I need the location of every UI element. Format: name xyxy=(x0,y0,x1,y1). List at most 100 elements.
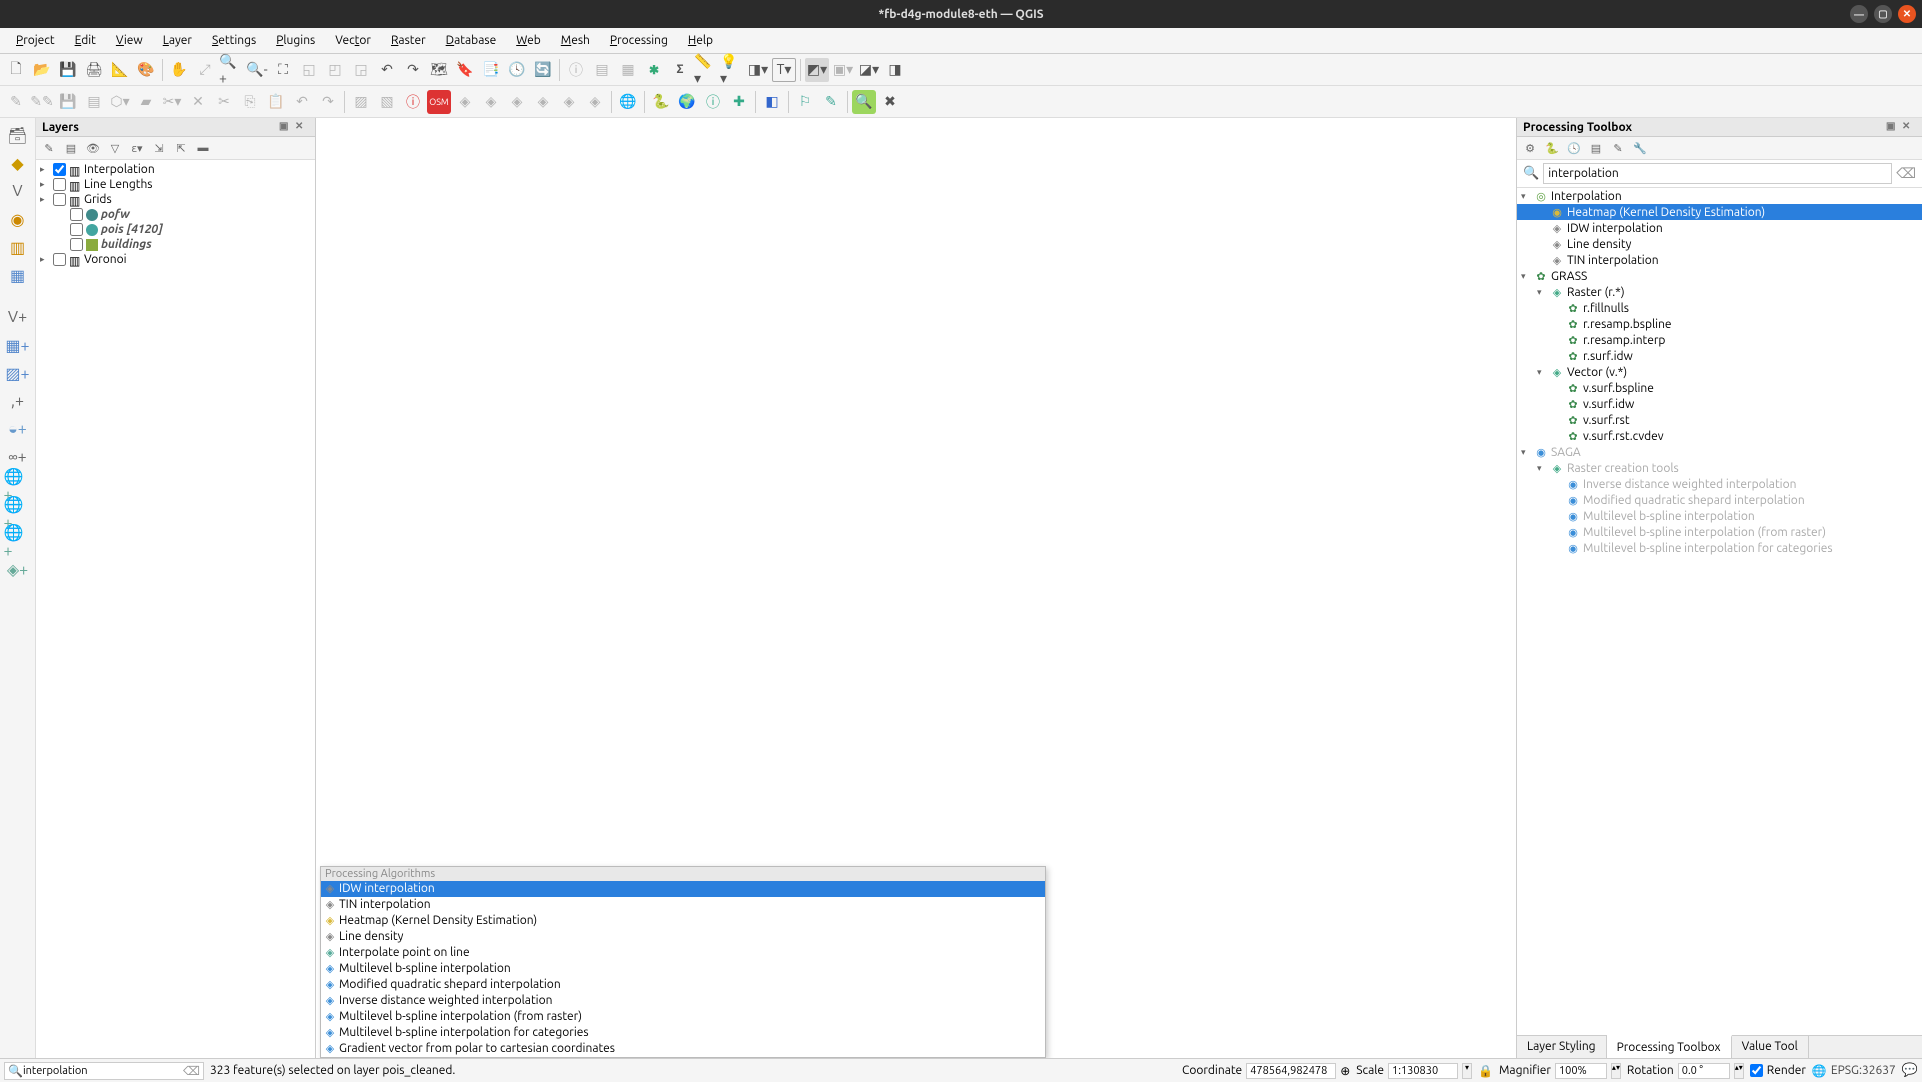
panel-float-icon[interactable]: ▣ xyxy=(1886,120,1900,134)
new-print-layout-icon[interactable]: 🖨 xyxy=(82,58,106,82)
heat3-icon[interactable]: ◈ xyxy=(505,90,529,114)
select-features-icon[interactable]: ◨▾ xyxy=(746,58,770,82)
locator-search[interactable]: 🔍 ⌫ xyxy=(4,1062,204,1080)
layout-manager-icon[interactable]: 📐 xyxy=(108,58,132,82)
grayscale2-icon[interactable]: ▧ xyxy=(375,90,399,114)
zoom-next-icon[interactable]: ↷ xyxy=(401,58,425,82)
layer-group[interactable]: ▸▥Voronoi xyxy=(36,252,315,267)
layer-collapse-icon[interactable]: ⇱ xyxy=(172,139,190,157)
layer-tree[interactable]: ▸▥Interpolation▸▥Line Lengths▸▥Gridspofw… xyxy=(36,160,315,1058)
menu-database[interactable]: Database xyxy=(436,31,507,50)
layer-expand-icon[interactable]: ⇲ xyxy=(150,139,168,157)
new-spatialite-icon[interactable]: ◉ xyxy=(4,206,32,232)
osm-badge-icon[interactable]: OSM xyxy=(427,90,451,114)
georef-icon[interactable]: ⚐ xyxy=(793,90,817,114)
save-project-icon[interactable]: 💾 xyxy=(56,58,80,82)
expand-arrow-icon[interactable]: ▸ xyxy=(40,179,50,190)
sigma-icon[interactable]: Σ xyxy=(668,58,692,82)
xyz-layer-icon[interactable]: ◈+ xyxy=(4,556,32,582)
toolbox-search-input[interactable] xyxy=(1543,163,1892,184)
menu-settings[interactable]: Settings xyxy=(202,31,266,50)
toolbox-algorithm[interactable]: ◈TIN interpolation xyxy=(1517,252,1922,268)
locator-result-item[interactable]: ◈Interpolate point on line xyxy=(321,945,1045,961)
toolbox-edit-icon[interactable]: ✎ xyxy=(1609,139,1627,157)
menu-web[interactable]: Web xyxy=(506,31,551,50)
value-tool-icon[interactable]: ⓘ xyxy=(701,90,725,114)
open-project-icon[interactable]: 📂 xyxy=(30,58,54,82)
toolbox-group[interactable]: ▾◈Vector (v.*) xyxy=(1517,364,1922,380)
layer-item[interactable]: pofw xyxy=(36,207,315,222)
cut-icon[interactable]: ✂ xyxy=(212,90,236,114)
toolbox-group[interactable]: ▾◈Raster (r.*) xyxy=(1517,284,1922,300)
map-tips-icon[interactable]: 💡▾ xyxy=(720,58,744,82)
zoom-selection-icon[interactable]: ◱ xyxy=(297,58,321,82)
toolbox-algorithm[interactable]: ◉Heatmap (Kernel Density Estimation) xyxy=(1517,204,1922,220)
new-mesh-icon[interactable]: ▦ xyxy=(4,262,32,288)
select-icon[interactable]: ◩▾ xyxy=(805,58,829,82)
menu-project[interactable]: Project xyxy=(6,31,65,50)
qms-icon[interactable]: 🌐 xyxy=(616,90,640,114)
expand-arrow-icon[interactable]: ▾ xyxy=(1521,271,1531,282)
toolbox-options-icon[interactable]: 🔧 xyxy=(1631,139,1649,157)
menu-layer[interactable]: Layer xyxy=(153,31,202,50)
new-geopackage-icon[interactable]: ◆ xyxy=(4,150,32,176)
clear-search-icon[interactable]: ⌫ xyxy=(1896,165,1916,182)
toolbox-group[interactable]: ▾◎Interpolation xyxy=(1517,188,1922,204)
expand-arrow-icon[interactable]: ▸ xyxy=(40,254,50,265)
field-calc-icon[interactable]: ▦ xyxy=(616,58,640,82)
identify-icon[interactable]: ⓘ xyxy=(564,58,588,82)
run-process-icon[interactable]: 🔍 xyxy=(852,90,876,114)
copy-icon[interactable]: ⎘ xyxy=(238,90,262,114)
pan-icon[interactable]: ✋ xyxy=(167,58,191,82)
toolbox-algorithm[interactable]: ✿v.surf.rst.cvdev xyxy=(1517,428,1922,444)
vector-layer-icon[interactable]: V+ xyxy=(4,304,32,330)
open-data-source-icon[interactable]: 🗃 xyxy=(4,122,32,148)
deselect-icon[interactable]: ◪▾ xyxy=(857,58,881,82)
georef2-icon[interactable]: ✎ xyxy=(819,90,843,114)
add-polygon-icon[interactable]: ▰ xyxy=(134,90,158,114)
minimize-button[interactable]: — xyxy=(1850,5,1868,23)
toolbox-tree[interactable]: ▾◎Interpolation◉Heatmap (Kernel Density … xyxy=(1517,188,1922,1035)
annotation-icon[interactable]: T▾ xyxy=(772,58,796,82)
heat1-icon[interactable]: ◈ xyxy=(453,90,477,114)
layer-visibility-checkbox[interactable] xyxy=(70,238,83,251)
osm-info-icon[interactable]: ⓘ xyxy=(401,90,425,114)
mesh-layer-icon[interactable]: ▨+ xyxy=(4,360,32,386)
layer-filter-icon[interactable]: ▽ xyxy=(106,139,124,157)
multiedit-icon[interactable]: ✎✎ xyxy=(30,90,54,114)
locator-result-item[interactable]: ◈IDW interpolation xyxy=(321,881,1045,897)
toolbox-model-icon[interactable]: ⚙ xyxy=(1521,139,1539,157)
save-edits-icon[interactable]: 💾 xyxy=(56,90,80,114)
new-map-view-icon[interactable]: 🗺 xyxy=(427,58,451,82)
layer-group[interactable]: ▸▥Line Lengths xyxy=(36,177,315,192)
messages-icon[interactable]: 💬 xyxy=(1902,1063,1918,1078)
layer-group[interactable]: ▸▥Grids xyxy=(36,192,315,207)
delete-icon[interactable]: ✕ xyxy=(186,90,210,114)
locator-result-item[interactable]: ◈Multilevel b-spline interpolation xyxy=(321,961,1045,977)
menu-plugins[interactable]: Plugins xyxy=(266,31,325,50)
vertex-tool-icon[interactable]: ✂▾ xyxy=(160,90,184,114)
coordinate-input[interactable] xyxy=(1246,1063,1336,1079)
globe-icon[interactable]: 🌍 xyxy=(675,90,699,114)
rotation-input[interactable] xyxy=(1678,1063,1730,1079)
measure-icon[interactable]: 📏▾ xyxy=(694,58,718,82)
expand-arrow-icon[interactable]: ▾ xyxy=(1537,287,1547,298)
magnifier-input[interactable] xyxy=(1555,1063,1607,1079)
toolbox-algorithm[interactable]: ◈Line density xyxy=(1517,236,1922,252)
locator-result-item[interactable]: ◈TIN interpolation xyxy=(321,897,1045,913)
new-bookmark-icon[interactable]: 🔖 xyxy=(453,58,477,82)
expand-arrow-icon[interactable]: ▾ xyxy=(1537,463,1547,474)
layer-visibility-icon[interactable]: 👁 xyxy=(84,139,102,157)
locator-result-item[interactable]: ◈Inverse distance weighted interpolation xyxy=(321,993,1045,1009)
edit-pencil-icon[interactable]: ✎ xyxy=(4,90,28,114)
python-icon[interactable]: 🐍 xyxy=(649,90,673,114)
locator-input[interactable] xyxy=(23,1065,183,1077)
zoom-in-icon[interactable]: 🔍+ xyxy=(219,58,243,82)
locator-result-item[interactable]: ◈Multilevel b-spline interpolation for c… xyxy=(321,1025,1045,1041)
locator-result-item[interactable]: ◈Heatmap (Kernel Density Estimation) xyxy=(321,913,1045,929)
toolbox-algorithm[interactable]: ◉Modified quadratic shepard interpolatio… xyxy=(1517,492,1922,508)
toolbox-group[interactable]: ▾◈Raster creation tools xyxy=(1517,460,1922,476)
toolbox-algorithm[interactable]: ✿v.surf.idw xyxy=(1517,396,1922,412)
locator-result-item[interactable]: ◈Line density xyxy=(321,929,1045,945)
clear-locator-icon[interactable]: ⌫ xyxy=(183,1064,200,1078)
